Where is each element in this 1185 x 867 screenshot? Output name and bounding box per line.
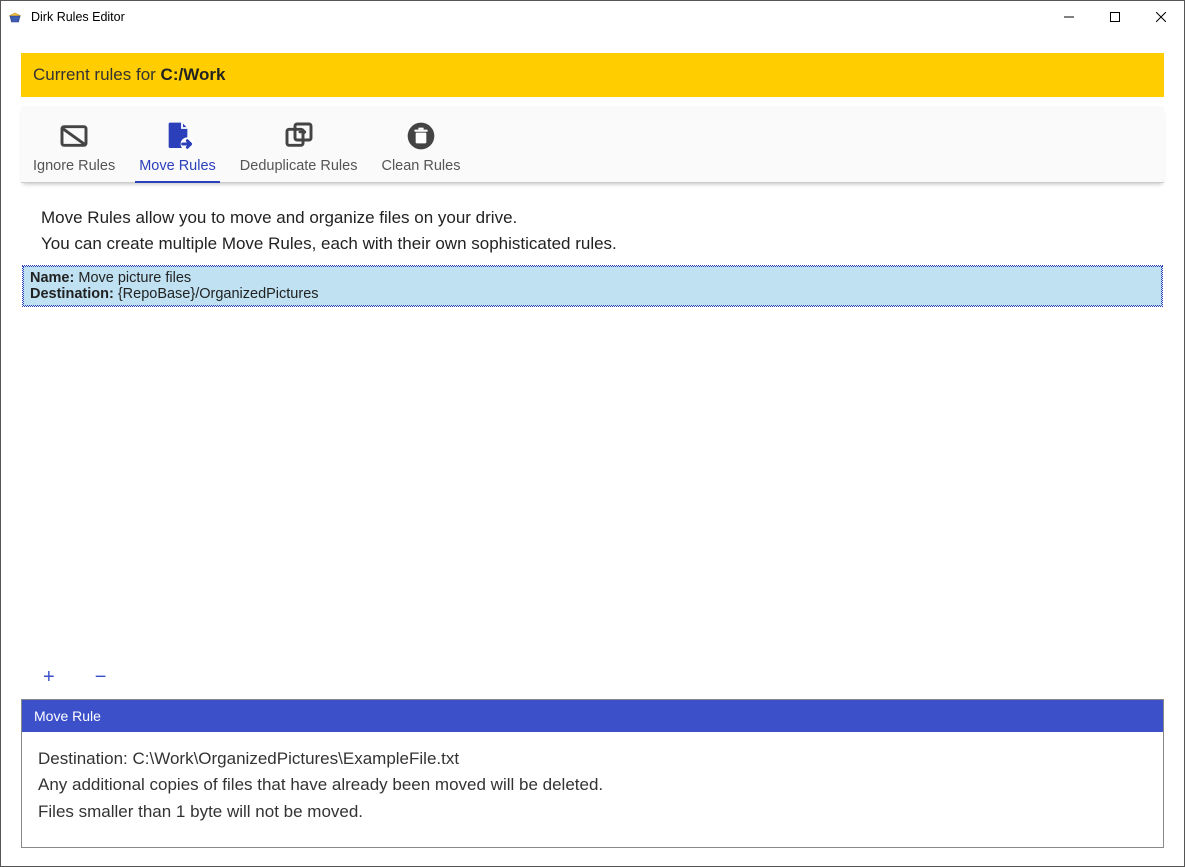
rules-header: Current rules for C:/Work <box>21 53 1164 97</box>
add-rule-button[interactable]: + <box>43 667 55 687</box>
minimize-button[interactable] <box>1046 1 1092 33</box>
content-area: Current rules for C:/Work Ignore Rules <box>1 33 1184 866</box>
rule-item-name: Name: Move picture files <box>30 270 1155 286</box>
rule-list: Name: Move picture files Destination: {R… <box>21 266 1164 659</box>
window-title: Dirk Rules Editor <box>31 10 1046 24</box>
detail-line1: Destination: C:\Work\OrganizedPictures\E… <box>38 746 1147 772</box>
window-controls <box>1046 1 1184 33</box>
tab-label: Deduplicate Rules <box>240 158 358 174</box>
tab-label: Ignore Rules <box>33 158 115 174</box>
tab-ignore-rules[interactable]: Ignore Rules <box>21 120 127 182</box>
description-line2: You can create multiple Move Rules, each… <box>41 231 1144 257</box>
clean-icon <box>405 120 437 152</box>
detail-body: Destination: C:\Work\OrganizedPictures\E… <box>22 732 1163 847</box>
rule-name-value: Move picture files <box>78 270 191 286</box>
titlebar: Dirk Rules Editor <box>1 1 1184 33</box>
detail-header: Move Rule <box>22 700 1163 732</box>
rule-name-label: Name: <box>30 270 74 286</box>
move-icon <box>162 120 194 152</box>
detail-line2: Any additional copies of files that have… <box>38 772 1147 798</box>
tab-label: Clean Rules <box>381 158 460 174</box>
rule-dest-value: {RepoBase}/OrganizedPictures <box>118 286 319 302</box>
tabs-row: Ignore Rules Move Rules <box>21 106 1164 183</box>
description-section: Move Rules allow you to move and organiz… <box>21 183 1164 266</box>
maximize-button[interactable] <box>1092 1 1138 33</box>
rules-header-path: C:/Work <box>161 65 226 84</box>
rules-header-prefix: Current rules for <box>33 65 161 84</box>
detail-panel: Move Rule Destination: C:\Work\Organized… <box>21 699 1164 848</box>
description-line1: Move Rules allow you to move and organiz… <box>41 205 1144 231</box>
rule-item[interactable]: Name: Move picture files Destination: {R… <box>23 266 1162 306</box>
tab-label: Move Rules <box>139 158 216 174</box>
detail-line3: Files smaller than 1 byte will not be mo… <box>38 799 1147 825</box>
tab-deduplicate-rules[interactable]: Deduplicate Rules <box>228 120 370 182</box>
tab-clean-rules[interactable]: Clean Rules <box>369 120 472 182</box>
deduplicate-icon <box>283 120 315 152</box>
remove-rule-button[interactable]: − <box>95 667 107 687</box>
ignore-icon <box>58 120 90 152</box>
tab-move-rules[interactable]: Move Rules <box>127 120 228 182</box>
app-icon <box>7 9 23 25</box>
close-button[interactable] <box>1138 1 1184 33</box>
rule-item-destination: Destination: {RepoBase}/OrganizedPicture… <box>30 286 1155 302</box>
rule-dest-label: Destination: <box>30 286 114 302</box>
list-controls: + − <box>21 659 1164 699</box>
